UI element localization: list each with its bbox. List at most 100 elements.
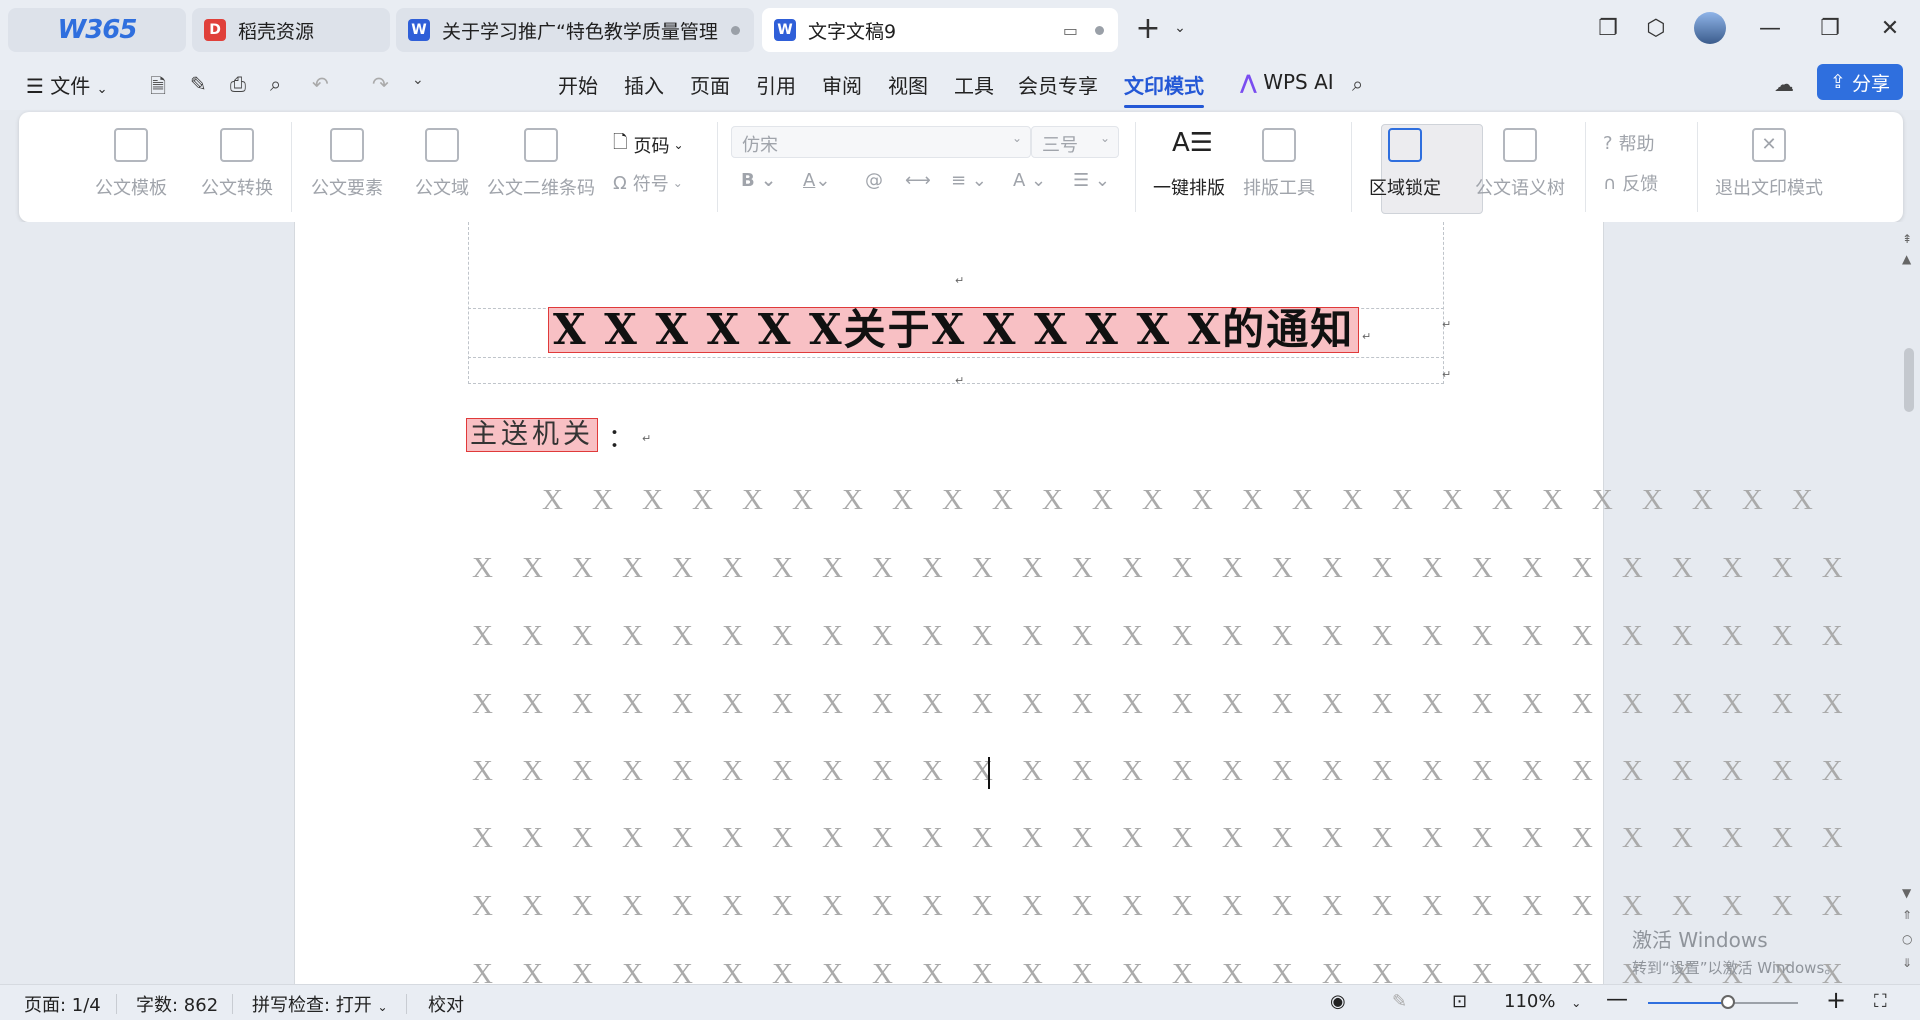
tab-docer[interactable]: D 稻壳资源 (192, 8, 390, 52)
official-template-button[interactable]: 公文模板 (95, 128, 167, 200)
cube-icon[interactable]: ⬡ (1642, 14, 1670, 42)
region-lock-label[interactable]: 区域锁定 (1369, 128, 1441, 200)
more-chevron-icon[interactable]: ⌄ (412, 72, 424, 88)
zoom-slider-fill (1648, 1002, 1728, 1004)
unsaved-dot-icon[interactable] (731, 25, 740, 35)
menu-start[interactable]: 开始 (558, 70, 598, 99)
tools-icon (1262, 128, 1296, 162)
menu-reference[interactable]: 引用 (756, 70, 796, 99)
official-domain-button[interactable]: 公文域 (415, 128, 469, 200)
undo-icon[interactable]: ↶ (312, 72, 329, 96)
minimize-icon[interactable]: — (1756, 14, 1784, 42)
restore-icon[interactable]: ❐ (1816, 14, 1844, 42)
save-icon[interactable]: 🗎 (150, 72, 166, 106)
official-convert-button[interactable]: 公文转换 (201, 128, 273, 200)
label: 一键排版 (1153, 178, 1225, 199)
redo-icon[interactable]: ↷ (372, 72, 389, 96)
zoom-out-icon[interactable]: — (1606, 987, 1628, 1012)
tab-w365[interactable]: W365 (8, 8, 186, 52)
zoom-select[interactable]: 110% ⌄ (1504, 991, 1581, 1012)
document-title[interactable]: X X X X X X关于X X X X X X的通知 (548, 307, 1360, 353)
layout-tools-button[interactable]: 排版工具 (1243, 128, 1315, 200)
body-line[interactable]: X X X X X X X X X X X X X X X X X X X X … (472, 755, 1854, 788)
menu-insert[interactable]: 插入 (624, 70, 664, 99)
hamburger-icon: ☰ (26, 74, 44, 98)
menu-tools[interactable]: 工具 (954, 70, 994, 99)
monitor-icon[interactable]: ▭ (1063, 21, 1078, 40)
print-preview-icon[interactable]: ⌕ (270, 72, 281, 96)
tab-document-active[interactable]: W 文字文稿9 ▭ (762, 8, 1118, 52)
official-elements-button[interactable]: 公文要素 (311, 128, 383, 200)
cloud-icon[interactable]: ☁ (1774, 72, 1794, 96)
divider (1135, 122, 1136, 212)
body-line[interactable]: X X X X X X X X X X X X X X X X X X X X … (472, 620, 1854, 653)
body-line[interactable]: X X X X X X X X X X X X X X X X X X X X … (472, 822, 1854, 855)
page-number-button[interactable]: 🗋 页码 ⌄ (613, 130, 684, 160)
file-menu[interactable]: ☰ 文件 ⌄ (26, 70, 108, 99)
new-tab-icon[interactable]: + (1134, 11, 1162, 46)
proofread-button[interactable]: 校对 (428, 991, 464, 1017)
exit-print-mode-button[interactable]: ✕ 退出文印模式 (1715, 128, 1823, 200)
list-icon[interactable]: ☰ ⌄ (1073, 170, 1110, 191)
pen-icon[interactable]: ✎ (1392, 991, 1407, 1012)
eye-icon[interactable]: ◉ (1330, 991, 1346, 1012)
body-line[interactable]: X X X X X X X X X X X X X X X X X X X X … (472, 552, 1854, 585)
zoom-in-icon[interactable]: + (1826, 986, 1846, 1014)
word-count[interactable]: 字数: 862 (136, 991, 218, 1017)
char-spacing-icon[interactable]: ⟷ (905, 170, 931, 191)
body-line[interactable]: X X X X X X X X X X X X X X X X X X X X … (472, 890, 1854, 923)
label: 排版工具 (1243, 178, 1315, 199)
at-icon[interactable]: @ (865, 170, 883, 191)
semantic-tree-button[interactable]: 公文语义树 (1475, 128, 1565, 200)
one-key-layout-button[interactable]: A☰ 一键排版 (1153, 128, 1225, 200)
label: 页码 (633, 136, 670, 157)
font-family-select[interactable]: 仿宋 ⌄ (731, 126, 1031, 158)
recipient-field[interactable]: 主送机关 (466, 418, 598, 452)
body-line[interactable]: X X X X X X X X X X X X X X X X X X X X … (542, 484, 1824, 517)
print-icon[interactable]: ⎙ (230, 72, 246, 96)
unsaved-dot-icon[interactable] (1095, 25, 1104, 35)
qrcode-button[interactable]: 公文二维条码 (487, 128, 595, 200)
next-page-icon[interactable]: ⇓ (1902, 956, 1912, 970)
vertical-scrollbar[interactable] (1900, 222, 1920, 984)
feedback-button[interactable]: ∩ 反馈 (1603, 170, 1658, 196)
search-icon[interactable]: ⌕ (1352, 72, 1363, 96)
browse-object-icon[interactable]: ○ (1902, 932, 1912, 946)
avatar[interactable] (1694, 12, 1726, 44)
help-button[interactable]: ? 帮助 (1603, 130, 1655, 156)
bold-icon[interactable]: B ⌄ (741, 170, 776, 191)
font-size-select[interactable]: 三号 ⌄ (1031, 126, 1119, 158)
page-indicator[interactable]: 页面: 1/4 (24, 991, 101, 1017)
window-list-icon[interactable]: ❐ (1594, 14, 1622, 42)
close-icon[interactable]: ✕ (1876, 14, 1904, 42)
label: 退出文印模式 (1715, 178, 1823, 199)
wps-ai-icon: ⋀ (1240, 70, 1257, 94)
scroll-top-icon[interactable]: ⇞ (1902, 232, 1912, 246)
menu-view[interactable]: 视图 (888, 70, 928, 99)
symbol-button[interactable]: Ω 符号 ⌄ (613, 170, 683, 196)
format-painter-icon[interactable]: ✎ (190, 72, 207, 96)
fit-page-icon[interactable]: ⊡ (1452, 991, 1467, 1012)
chevron-down-icon: ⌄ (1571, 996, 1582, 1010)
tab-document-1[interactable]: W 关于学习推广“特色教学质量管理 (396, 8, 754, 52)
tab-list-chevron-icon[interactable]: ⌄ (1166, 14, 1194, 42)
scroll-down-icon[interactable]: ▼ (1902, 886, 1911, 900)
text-direction-icon[interactable]: A ⌄ (1013, 170, 1046, 191)
line-spacing-icon[interactable]: ≡ ⌄ (951, 170, 987, 191)
font-color-icon[interactable]: A ⌄ (803, 170, 830, 191)
scroll-up-icon[interactable]: ▲ (1902, 252, 1911, 266)
body-line[interactable]: X X X X X X X X X X X X X X X X X X X X … (472, 688, 1854, 721)
menu-page[interactable]: 页面 (690, 70, 730, 99)
zoom-slider-handle[interactable] (1720, 995, 1735, 1009)
prev-page-icon[interactable]: ⇑ (1902, 908, 1912, 922)
watermark-line2: 转到“设置”以激活 Windows。 (1632, 959, 1840, 977)
status-bar: 页面: 1/4 字数: 862 拼写检查: 打开 ⌄ 校对 ◉ ✎ ⊡ 110%… (0, 984, 1920, 1020)
scrollbar-thumb[interactable] (1904, 348, 1914, 412)
menu-print-mode[interactable]: 文印模式 (1124, 70, 1204, 108)
share-button[interactable]: ⇪ 分享 (1817, 64, 1903, 100)
fullscreen-icon[interactable]: ⛶ (1874, 991, 1887, 1012)
spell-check-toggle[interactable]: 拼写检查: 打开 ⌄ (252, 991, 388, 1017)
wps-ai-button[interactable]: ⋀ WPS AI (1240, 70, 1334, 94)
menu-member[interactable]: 会员专享 (1018, 70, 1098, 99)
menu-review[interactable]: 审阅 (822, 70, 862, 99)
